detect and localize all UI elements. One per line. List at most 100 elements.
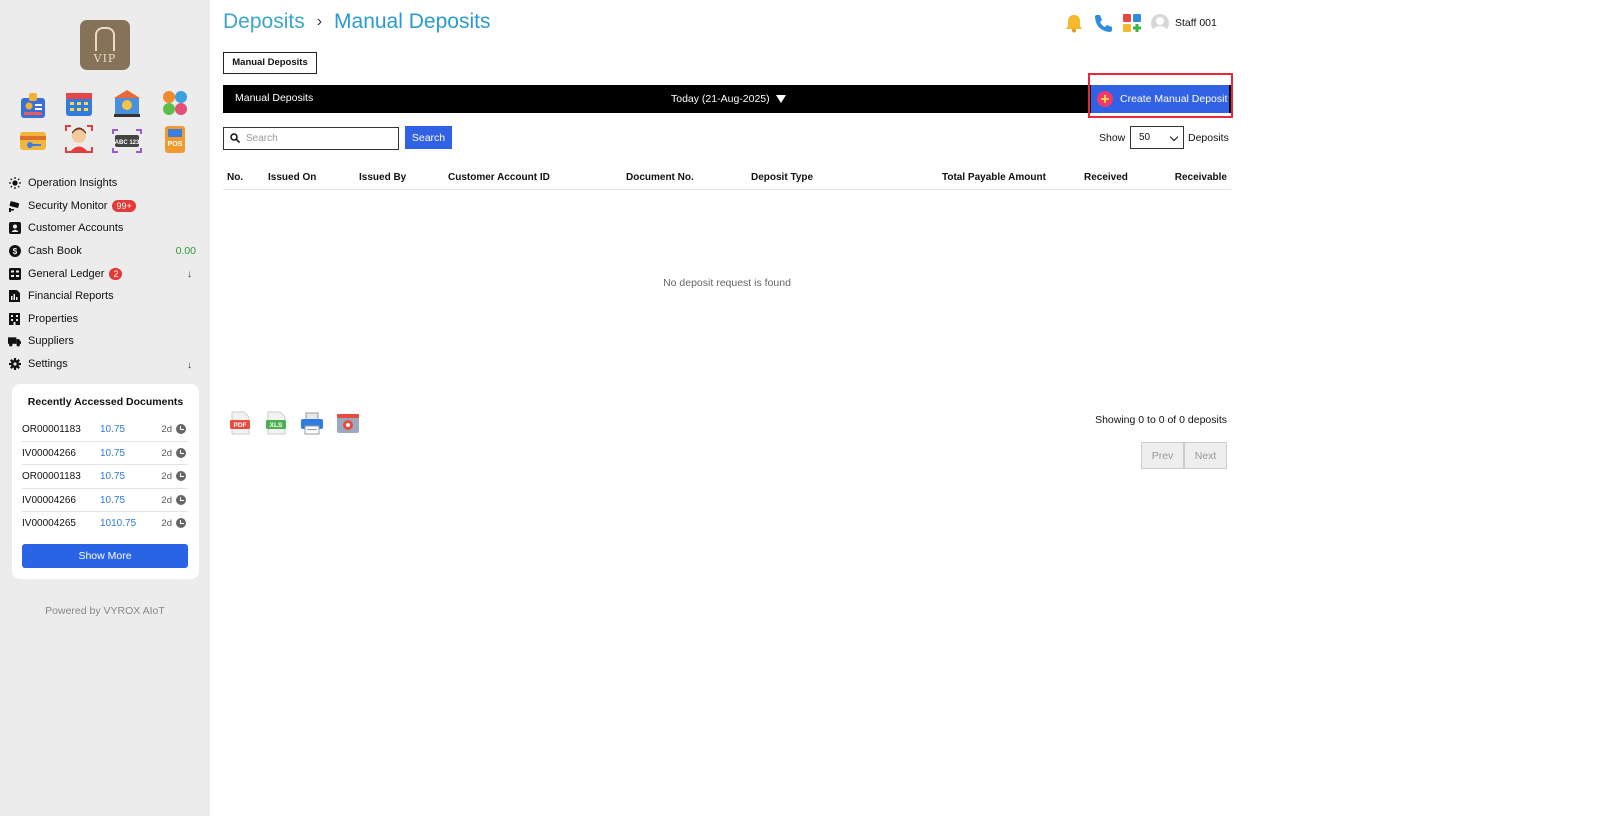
header-toolbar: Staff 001: [1064, 12, 1217, 34]
cctv-icon: [8, 199, 21, 212]
document-amount[interactable]: 1010.75: [100, 518, 136, 529]
pos-terminal-icon[interactable]: POS: [160, 124, 190, 154]
document-number: OR00001183: [22, 424, 81, 435]
recent-document-row[interactable]: OR00001183 10.75 2d: [22, 418, 188, 442]
powered-by-footer: Powered by VYROX AIoT: [45, 605, 165, 617]
clock-icon: [176, 471, 186, 481]
truck-icon: [8, 335, 21, 348]
recent-documents-list: OR00001183 10.75 2d IV00004266 10.75 2d …: [22, 418, 188, 536]
clock-icon: [176, 518, 186, 528]
bank-icon[interactable]: [112, 88, 142, 118]
search-button[interactable]: Search: [405, 126, 452, 149]
xls-export-icon[interactable]: XLS: [264, 411, 288, 435]
recent-document-row[interactable]: IV00004266 10.75 2d: [22, 442, 188, 465]
vip-logo[interactable]: VIP: [80, 20, 130, 70]
ledger-count-badge: 2: [109, 267, 123, 280]
column-no[interactable]: No.: [227, 172, 243, 183]
chevron-down-icon: [1169, 132, 1179, 142]
document-amount[interactable]: 10.75: [100, 424, 125, 435]
sidebar-item-cash-book[interactable]: $ Cash Book 0.00: [8, 240, 200, 263]
recent-documents-title: Recently Accessed Documents: [27, 396, 184, 408]
create-button-label: Create Manual Deposit: [1120, 93, 1228, 105]
column-receivable[interactable]: Receivable: [1175, 172, 1227, 183]
next-page-button[interactable]: Next: [1184, 442, 1227, 469]
prev-page-button[interactable]: Prev: [1141, 442, 1184, 469]
sidebar-item-label: Settings: [28, 358, 68, 371]
sidebar-item-financial-reports[interactable]: Financial Reports: [8, 285, 200, 308]
sidebar-item-customer-accounts[interactable]: Customer Accounts: [8, 217, 200, 240]
recent-document-row[interactable]: IV00004265 1010.75 2d: [22, 512, 188, 536]
user-name[interactable]: Staff 001: [1175, 17, 1217, 29]
dollar-coin-icon: $: [8, 245, 21, 258]
building-logo-icon: [95, 27, 115, 51]
sidebar-item-label: Customer Accounts: [28, 222, 124, 235]
pagination: Prev Next: [1141, 442, 1227, 469]
user-avatar[interactable]: [1151, 14, 1169, 32]
column-total-payable-amount[interactable]: Total Payable Amount: [942, 172, 1046, 183]
sidebar-item-operation-insights[interactable]: Operation Insights: [8, 172, 200, 195]
building-icon: [8, 312, 21, 325]
page-size-select[interactable]: 50: [1130, 126, 1184, 149]
key-card-icon[interactable]: [18, 126, 48, 156]
date-filter-label: Today (21-Aug-2025): [671, 93, 770, 105]
gear-icon: [8, 358, 21, 371]
sidebar-nav: Operation Insights Security Monitor 99+ …: [8, 172, 200, 375]
expand-arrow-icon[interactable]: ↓: [187, 269, 192, 280]
column-document-no[interactable]: Document No.: [626, 172, 694, 183]
show-suffix: Deposits: [1188, 132, 1229, 144]
pdf-export-icon[interactable]: PDF: [228, 411, 252, 435]
page-size-value: 50: [1139, 132, 1151, 143]
cash-book-balance: 0.00: [175, 245, 196, 258]
column-customer-account-id[interactable]: Customer Account ID: [448, 172, 550, 183]
breadcrumb-deposits[interactable]: Deposits: [223, 10, 305, 34]
tab-manual-deposits[interactable]: Manual Deposits: [223, 52, 317, 74]
recent-document-row[interactable]: OR00001183 10.75 2d: [22, 465, 188, 489]
show-more-button[interactable]: Show More: [22, 544, 188, 568]
expand-arrow-icon[interactable]: ↓: [187, 360, 192, 371]
create-manual-deposit-button[interactable]: Create Manual Deposit: [1091, 85, 1229, 113]
phone-icon[interactable]: [1093, 13, 1113, 33]
pos-label: POS: [168, 141, 183, 148]
pdf-label: PDF: [234, 422, 247, 429]
search-input[interactable]: [223, 127, 399, 150]
document-number: OR00001183: [22, 471, 81, 482]
date-filter-dropdown[interactable]: Today (21-Aug-2025): [671, 93, 786, 105]
sidebar-item-security-monitor[interactable]: Security Monitor 99+: [8, 195, 200, 218]
search-icon: [230, 133, 240, 143]
column-issued-on[interactable]: Issued On: [268, 172, 316, 183]
caret-down-icon: [775, 95, 786, 103]
apps-grid-icon[interactable]: [1122, 13, 1142, 33]
people-group-icon[interactable]: [160, 88, 190, 118]
page-title: Manual Deposits: [334, 10, 491, 33]
sidebar-item-general-ledger[interactable]: General Ledger 2 ↓: [8, 262, 200, 285]
id-badge-icon[interactable]: [18, 91, 48, 121]
breadcrumb-separator: ›: [316, 13, 323, 30]
clock-icon: [176, 447, 186, 458]
screenshot-icon[interactable]: [336, 411, 360, 435]
ocr-scan-label: ABC 123: [115, 140, 140, 146]
show-label: Show: [1099, 132, 1126, 144]
document-amount[interactable]: 10.75: [100, 495, 125, 506]
svg-text:$: $: [12, 247, 17, 256]
document-age: 2d: [161, 424, 172, 435]
sidebar-item-label: Financial Reports: [28, 290, 114, 303]
column-issued-by[interactable]: Issued By: [359, 172, 406, 183]
breadcrumb: Deposits › Manual Deposits: [223, 10, 490, 34]
document-amount[interactable]: 10.75: [100, 448, 125, 459]
sidebar-item-label: Cash Book: [28, 245, 82, 258]
bell-icon[interactable]: [1064, 13, 1084, 33]
printer-icon[interactable]: [300, 411, 324, 435]
document-amount[interactable]: 10.75: [100, 471, 125, 482]
sidebar-item-label: Properties: [28, 312, 79, 325]
document-age: 2d: [161, 494, 172, 506]
recent-document-row[interactable]: IV00004266 10.75 2d: [22, 489, 188, 512]
calendar-icon[interactable]: [64, 88, 94, 118]
ocr-scan-icon[interactable]: ABC 123: [112, 126, 142, 156]
face-scan-icon[interactable]: [64, 124, 94, 154]
column-received[interactable]: Received: [1084, 172, 1128, 183]
sidebar-item-suppliers[interactable]: Suppliers: [8, 330, 200, 353]
column-deposit-type[interactable]: Deposit Type: [751, 172, 813, 183]
sidebar-item-properties[interactable]: Properties: [8, 308, 200, 331]
sidebar-item-settings[interactable]: Settings ↓: [8, 353, 200, 376]
document-age: 2d: [161, 447, 172, 459]
